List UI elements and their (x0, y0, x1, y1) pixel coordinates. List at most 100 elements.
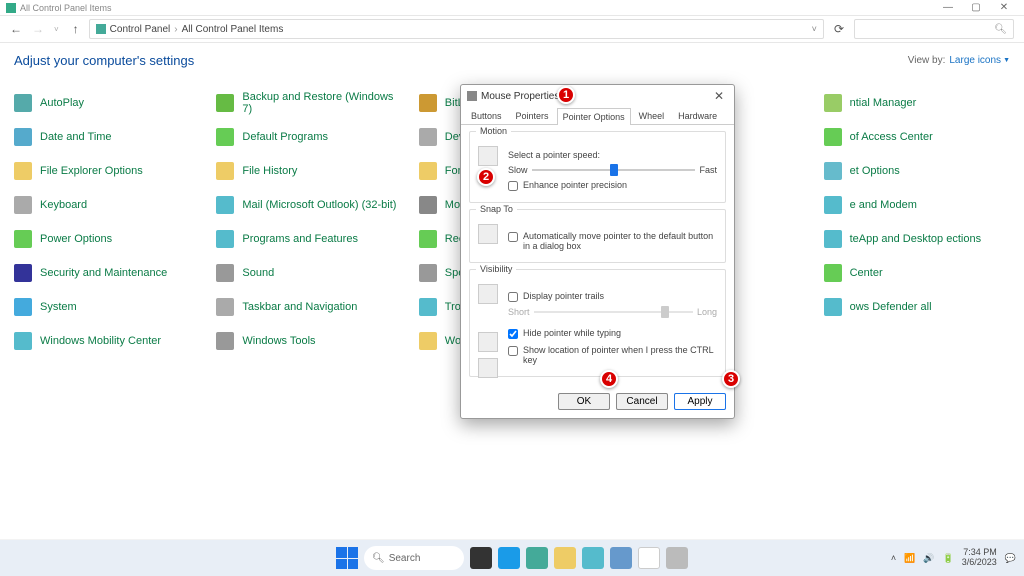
control-panel-item[interactable]: ntial Manager (820, 86, 1014, 120)
battery-icon[interactable]: 🔋 (943, 553, 954, 564)
settings-icon[interactable] (582, 547, 604, 569)
item-icon (419, 128, 437, 146)
control-panel-item[interactable]: of Access Center (820, 120, 1014, 154)
enhance-precision-checkbox[interactable]: Enhance pointer precision (508, 180, 717, 191)
tray-chevron-icon[interactable]: ˄ (891, 553, 896, 563)
tab-pointer-options[interactable]: Pointer Options (557, 108, 631, 125)
ctrl-locate-checkbox[interactable]: Show location of pointer when I press th… (508, 345, 717, 365)
control-panel-item[interactable]: System (10, 290, 204, 324)
chevron-icon: › (174, 24, 177, 35)
wifi-icon[interactable]: 📶 (904, 553, 915, 564)
control-panel-item[interactable]: Sound (212, 256, 406, 290)
control-panel-item[interactable]: Backup and Restore (Windows 7) (212, 86, 406, 120)
taskbar-search[interactable]: 🔍︎ Search (364, 546, 464, 570)
control-panel-item[interactable]: File History (212, 154, 406, 188)
control-panel-item[interactable]: Date and Time (10, 120, 204, 154)
control-panel-item[interactable]: Center (820, 256, 1014, 290)
notepad-icon[interactable] (610, 547, 632, 569)
item-label: Power Options (40, 233, 112, 245)
visibility-group: Visibility Display pointer trails Short … (469, 269, 726, 377)
item-icon (824, 298, 842, 316)
close-button[interactable]: ✕ (990, 2, 1018, 13)
back-button[interactable]: ← (10, 22, 22, 36)
taskview-icon[interactable] (470, 547, 492, 569)
control-panel-item[interactable]: File Explorer Options (10, 154, 204, 188)
item-icon (419, 264, 437, 282)
crumb-current[interactable]: All Control Panel Items (182, 24, 284, 35)
control-panel-item[interactable]: ows Defender all (820, 290, 1014, 324)
explorer-icon[interactable] (554, 547, 576, 569)
control-panel-item[interactable]: et Options (820, 154, 1014, 188)
snapto-checkbox[interactable]: Automatically move pointer to the defaul… (508, 231, 717, 251)
app-icon (6, 3, 16, 13)
annotation-marker-2: 2 (477, 168, 495, 186)
item-icon (824, 230, 842, 248)
item-icon (419, 162, 437, 180)
control-panel-item[interactable]: Taskbar and Navigation (212, 290, 406, 324)
control-panel-item[interactable]: Security and Maintenance (10, 256, 204, 290)
pointer-speed-slider[interactable] (532, 164, 696, 176)
item-label: Security and Maintenance (40, 267, 167, 279)
item-icon (216, 162, 234, 180)
tab-wheel[interactable]: Wheel (633, 107, 671, 124)
up-button[interactable]: ↑ (73, 22, 79, 36)
crumb-root[interactable]: Control Panel (110, 24, 171, 35)
dialog-titlebar[interactable]: Mouse Properties ✕ (461, 85, 734, 107)
tab-pointers[interactable]: Pointers (510, 107, 555, 124)
control-panel-pin-icon[interactable] (526, 547, 548, 569)
item-icon (419, 298, 437, 316)
search-icon: 🔍︎ (994, 24, 1007, 35)
pointer-trails-checkbox[interactable]: Display pointer trails (508, 291, 717, 302)
control-panel-item[interactable]: Keyboard (10, 188, 204, 222)
control-panel-item[interactable]: e and Modem (820, 188, 1014, 222)
tab-hardware[interactable]: Hardware (672, 107, 723, 124)
item-label: System (40, 301, 77, 313)
item-icon (216, 94, 234, 112)
app-pin-icon[interactable] (666, 547, 688, 569)
dialog-tabs: Buttons Pointers Pointer Options Wheel H… (461, 107, 734, 125)
edge-icon[interactable] (498, 547, 520, 569)
cancel-button[interactable]: Cancel (616, 393, 668, 410)
viewby-label: View by: (908, 55, 946, 66)
motion-group: Motion Select a pointer speed: Slow Fast… (469, 131, 726, 203)
search-box[interactable]: 🔍︎ (854, 19, 1014, 39)
item-label: File Explorer Options (40, 165, 143, 177)
notifications-icon[interactable]: 💬 (1005, 553, 1016, 564)
dialog-close-button[interactable]: ✕ (710, 89, 728, 103)
clock[interactable]: 7:34 PM 3/6/2023 (962, 548, 997, 568)
snapto-group: Snap To Automatically move pointer to th… (469, 209, 726, 263)
refresh-button[interactable]: ⟳ (834, 22, 844, 36)
maximize-button[interactable]: ▢ (962, 2, 990, 13)
address-dropdown[interactable]: ˅ (812, 24, 817, 34)
item-icon (14, 332, 32, 350)
item-icon (419, 196, 437, 214)
control-panel-item[interactable]: AutoPlay (10, 86, 204, 120)
item-icon (14, 264, 32, 282)
item-icon (216, 298, 234, 316)
control-panel-item[interactable]: Windows Tools (212, 324, 406, 358)
control-panel-item[interactable]: Mail (Microsoft Outlook) (32-bit) (212, 188, 406, 222)
control-panel-item[interactable]: teApp and Desktop ections (820, 222, 1014, 256)
viewby-select[interactable]: Large icons (949, 55, 1001, 66)
control-panel-item[interactable]: Default Programs (212, 120, 406, 154)
control-panel-item[interactable]: Power Options (10, 222, 204, 256)
item-label: e and Modem (850, 199, 917, 211)
dropdown-icon: ▼ (1003, 57, 1010, 64)
minimize-button[interactable]: — (934, 2, 962, 13)
ok-button[interactable]: OK (558, 393, 610, 410)
speed-label: Select a pointer speed: (508, 150, 717, 160)
control-panel-item[interactable]: Programs and Features (212, 222, 406, 256)
tab-buttons[interactable]: Buttons (465, 107, 508, 124)
forward-button[interactable]: → (32, 22, 44, 36)
item-icon (419, 332, 437, 350)
control-panel-item[interactable]: Windows Mobility Center (10, 324, 204, 358)
chrome-icon[interactable] (638, 547, 660, 569)
recent-dropdown[interactable]: ˅ (54, 25, 59, 34)
volume-icon[interactable]: 🔊 (923, 553, 934, 564)
snapto-icon (478, 224, 498, 244)
apply-button[interactable]: Apply (674, 393, 726, 410)
address-bar[interactable]: Control Panel › All Control Panel Items … (89, 19, 824, 39)
item-icon (14, 196, 32, 214)
hide-pointer-checkbox[interactable]: Hide pointer while typing (508, 328, 717, 339)
start-button[interactable] (336, 547, 358, 569)
